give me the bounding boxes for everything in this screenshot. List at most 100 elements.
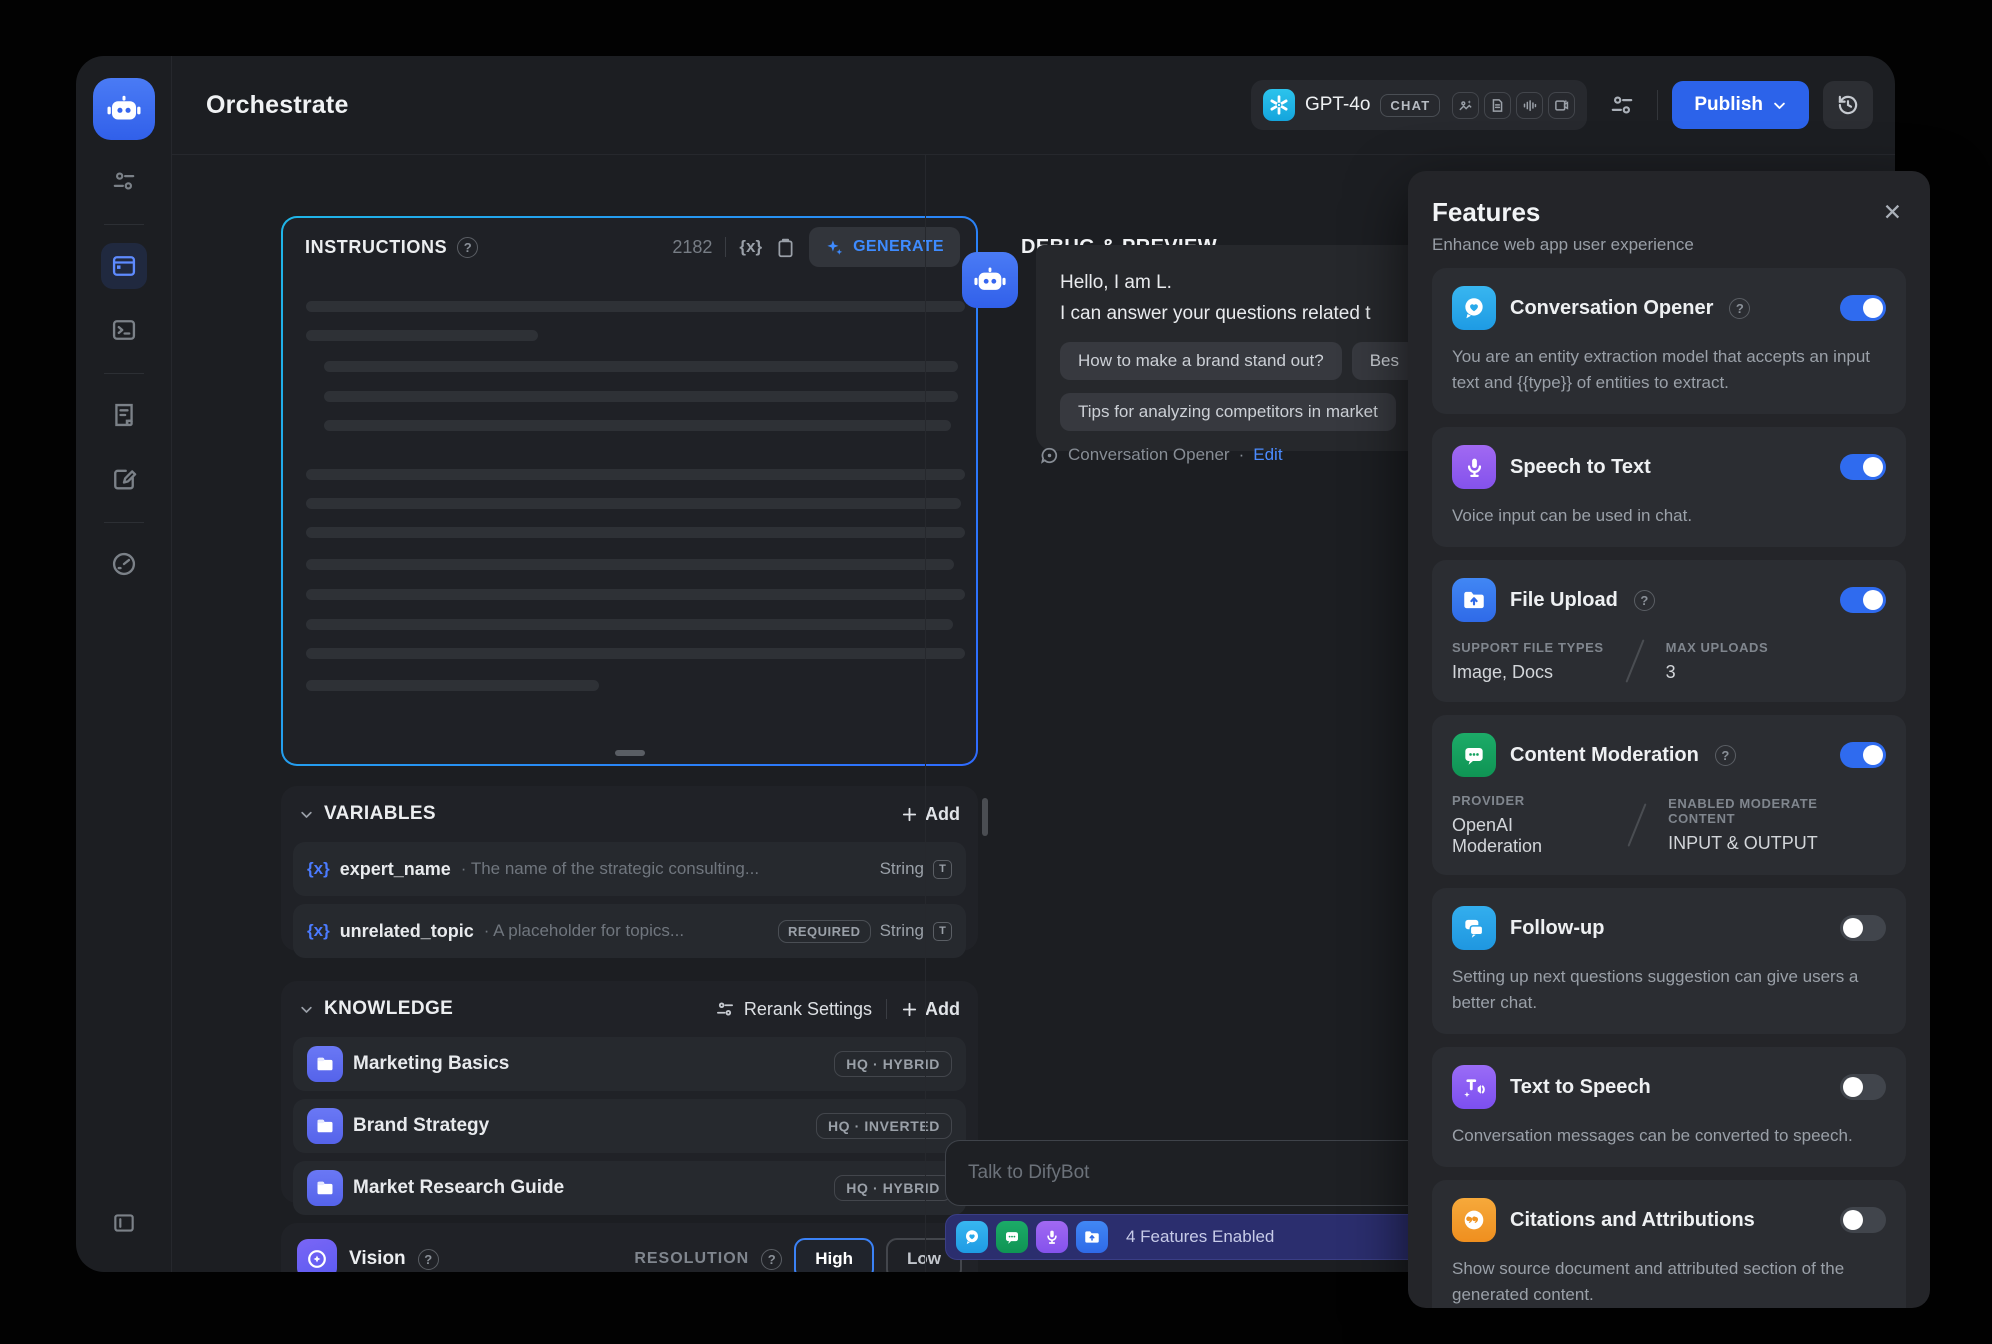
- feature-card-citations: Citations and Attributions Show source d…: [1432, 1180, 1906, 1308]
- feature-card-conversation-opener: Conversation Opener ? You are an entity …: [1432, 268, 1906, 414]
- variable-token: {x}: [307, 921, 330, 941]
- text-to-speech-toggle[interactable]: [1840, 1074, 1886, 1100]
- scrollbar-thumb[interactable]: [982, 798, 988, 836]
- slash-divider: [1628, 803, 1647, 846]
- moderation-icon: [1452, 733, 1496, 777]
- help-icon[interactable]: ?: [1634, 590, 1655, 611]
- copy-clipboard-icon[interactable]: [775, 237, 796, 258]
- detail-col: SUPPORT FILE TYPES Image, Docs: [1452, 640, 1604, 683]
- variable-name: expert_name: [340, 859, 451, 880]
- app-logo-robot-icon[interactable]: [93, 78, 155, 140]
- sidebar-divider: [104, 373, 144, 374]
- vision-icon: [297, 1239, 337, 1272]
- model-selector[interactable]: GPT-4o CHAT: [1251, 80, 1587, 130]
- history-button[interactable]: [1823, 81, 1873, 129]
- chat-input[interactable]: Talk to DifyBot: [945, 1140, 1485, 1206]
- variables-card: VARIABLES Add {x} expert_name · The name…: [281, 786, 978, 951]
- audio-capability-icon: [1516, 92, 1543, 119]
- divider: [725, 237, 726, 257]
- chat-input-placeholder: Talk to DifyBot: [968, 1162, 1089, 1184]
- feature-card-text-to-speech: Text to Speech Conversation messages can…: [1432, 1047, 1906, 1167]
- page-title: Orchestrate: [206, 91, 349, 120]
- knowledge-row[interactable]: Brand Strategy HQ · INVERTED: [293, 1099, 966, 1153]
- gauge-icon: [110, 550, 138, 578]
- insert-variable-button[interactable]: {x}: [739, 237, 762, 257]
- resolution-label: RESOLUTION: [634, 1250, 749, 1268]
- knowledge-name: Marketing Basics: [353, 1053, 509, 1075]
- opener-label: Conversation Opener: [1068, 445, 1230, 465]
- variable-row[interactable]: {x} unrelated_topic · A placeholder for …: [293, 904, 966, 958]
- instructions-title: INSTRUCTIONS: [305, 237, 447, 258]
- sidebar-item-annotations[interactable]: [101, 456, 147, 502]
- resolution-high-button[interactable]: High: [794, 1238, 874, 1272]
- suggestion-chip[interactable]: How to make a brand stand out?: [1060, 342, 1342, 380]
- help-icon[interactable]: ?: [1715, 745, 1736, 766]
- edit-note-icon: [110, 465, 138, 493]
- sidebar-item-orchestrate[interactable]: [101, 243, 147, 289]
- features-panel: Features Enhance web app user experience…: [1408, 171, 1930, 1308]
- close-icon[interactable]: ✕: [1879, 197, 1906, 228]
- add-variable-button[interactable]: Add: [901, 804, 960, 825]
- sidebar-item-tune[interactable]: [101, 158, 147, 204]
- variable-row[interactable]: {x} expert_name · The name of the strate…: [293, 842, 966, 896]
- chevron-down-icon[interactable]: [299, 1002, 314, 1017]
- follow-up-toggle[interactable]: [1840, 915, 1886, 941]
- feature-name: Text to Speech: [1510, 1076, 1651, 1099]
- feature-name: Citations and Attributions: [1510, 1209, 1755, 1232]
- features-subtitle: Enhance web app user experience: [1432, 235, 1694, 255]
- feature-desc: Conversation messages can be converted t…: [1452, 1123, 1886, 1149]
- conversation-opener-toggle[interactable]: [1840, 295, 1886, 321]
- add-knowledge-button[interactable]: Add: [901, 999, 960, 1020]
- help-icon[interactable]: ?: [457, 237, 478, 258]
- chevron-down-icon[interactable]: [299, 807, 314, 822]
- sidebar-item-terminal[interactable]: [101, 307, 147, 353]
- dataset-folder-icon: [307, 1108, 343, 1144]
- file-upload-toggle[interactable]: [1840, 587, 1886, 613]
- sidebar-item-monitoring[interactable]: [101, 541, 147, 587]
- knowledge-row[interactable]: Market Research Guide HQ · HYBRID: [293, 1161, 966, 1215]
- variable-desc: · The name of the strategic consulting..…: [461, 859, 759, 879]
- knowledge-name: Market Research Guide: [353, 1177, 564, 1199]
- help-icon[interactable]: ?: [1729, 298, 1750, 319]
- detail-col: ENABLED MODERATE CONTENT INPUT & OUTPUT: [1668, 796, 1886, 854]
- moderation-mini-icon: [996, 1221, 1028, 1253]
- feature-card-speech-to-text: Speech to Text Voice input can be used i…: [1432, 427, 1906, 547]
- follow-up-icon: [1452, 906, 1496, 950]
- features-enabled-bar[interactable]: 4 Features Enabled: [945, 1214, 1485, 1260]
- resize-handle[interactable]: [615, 750, 645, 756]
- sliders-icon: [111, 168, 137, 194]
- file-upload-icon: [1452, 578, 1496, 622]
- help-icon[interactable]: ?: [418, 1249, 439, 1270]
- conversation-opener-icon: [1452, 286, 1496, 330]
- detail-col: PROVIDER OpenAI Moderation: [1452, 793, 1606, 857]
- sparkles-icon: [825, 238, 844, 257]
- vision-title: Vision: [349, 1248, 406, 1270]
- sidebar-item-logs[interactable]: [101, 392, 147, 438]
- collapse-panel-icon: [111, 1210, 137, 1236]
- knowledge-row[interactable]: Marketing Basics HQ · HYBRID: [293, 1037, 966, 1091]
- feature-name: Speech to Text: [1510, 456, 1651, 479]
- citations-toggle[interactable]: [1840, 1207, 1886, 1233]
- app-config-button[interactable]: [1601, 84, 1643, 126]
- file-upload-mini-icon: [1076, 1221, 1108, 1253]
- variable-name: unrelated_topic: [340, 921, 474, 942]
- publish-button[interactable]: Publish: [1672, 81, 1809, 129]
- speech-to-text-toggle[interactable]: [1840, 454, 1886, 480]
- feature-name: Conversation Opener: [1510, 297, 1713, 320]
- openai-logo-icon: [1263, 89, 1295, 121]
- generate-button[interactable]: GENERATE: [809, 227, 960, 267]
- suggestion-chip[interactable]: Tips for analyzing competitors in market: [1060, 393, 1396, 431]
- help-icon[interactable]: ?: [761, 1249, 782, 1270]
- model-capabilities: [1452, 92, 1575, 119]
- dot-separator: ·: [1239, 445, 1245, 465]
- edit-opener-link[interactable]: Edit: [1253, 445, 1282, 465]
- rerank-settings-button[interactable]: Rerank Settings: [715, 999, 872, 1020]
- sidebar-collapse-button[interactable]: [101, 1200, 147, 1246]
- sidebar-divider: [104, 522, 144, 523]
- instructions-panel[interactable]: INSTRUCTIONS ? 2182 {x} GENERATE: [281, 216, 978, 766]
- app-window-icon: [110, 252, 138, 280]
- feature-desc: Show source document and attributed sect…: [1452, 1256, 1886, 1308]
- citations-icon: [1452, 1198, 1496, 1242]
- divider: [886, 999, 887, 1019]
- content-moderation-toggle[interactable]: [1840, 742, 1886, 768]
